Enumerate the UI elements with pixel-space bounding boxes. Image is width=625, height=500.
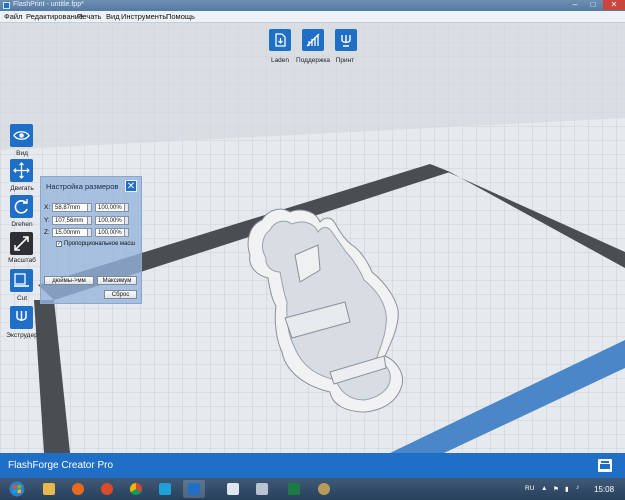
menu-print[interactable]: Печать <box>77 12 102 21</box>
minimize-button[interactable]: – <box>567 0 583 10</box>
app-icon <box>3 2 10 9</box>
taskbar-document[interactable] <box>222 480 244 498</box>
z-size-input[interactable]: 15,00mm <box>52 228 88 237</box>
reset-button[interactable]: Сброс <box>104 290 137 299</box>
uniform-scale-checkbox[interactable]: ✓ <box>56 241 62 247</box>
taskbar-printer[interactable] <box>251 480 273 498</box>
maximize-button[interactable]: □ <box>585 0 601 10</box>
flashprint-icon <box>188 483 200 495</box>
chrome-icon <box>130 483 142 495</box>
x-percent-input[interactable]: 100,00% <box>95 203 125 212</box>
support-button[interactable] <box>302 29 324 51</box>
taskbar-media[interactable] <box>67 480 89 498</box>
taskbar-explorer[interactable] <box>38 480 60 498</box>
menu-file[interactable]: Файл <box>4 12 22 21</box>
move-button[interactable] <box>10 159 33 182</box>
z-size-stepper[interactable] <box>87 228 92 237</box>
close-icon[interactable]: ✕ <box>125 180 137 192</box>
tray-network-icon[interactable]: ▮ <box>565 485 569 493</box>
inch-to-mm-button[interactable]: дюймы->мм <box>44 276 94 285</box>
menu-view[interactable]: Вид <box>106 12 120 21</box>
move-label: Двигать <box>10 185 34 192</box>
extruder-label: Экструдер <box>6 332 38 339</box>
uniform-scale-label: Пропорциональное масш <box>64 241 136 247</box>
eye-icon <box>13 131 30 140</box>
start-button[interactable] <box>3 480 31 498</box>
y-size-input[interactable]: 107,56mm <box>52 216 88 225</box>
menu-bar: Файл Редактирование Печать Вид Инструмен… <box>0 11 625 23</box>
maximum-button[interactable]: Максимум <box>97 276 137 285</box>
y-percent-stepper[interactable] <box>124 216 129 225</box>
start-icon <box>9 481 25 497</box>
menu-help[interactable]: Помощь <box>166 12 195 21</box>
taskbar: RU ▲ ⚑ ▮ ♪ 15:08 <box>0 478 625 500</box>
x-axis-label: X: <box>44 204 51 211</box>
tray-flag-icon[interactable]: ⚑ <box>553 485 559 493</box>
support-icon <box>306 33 320 47</box>
z-percent-input[interactable]: 100,00% <box>95 228 125 237</box>
window-title: FlashPrint - untitle.fpp* <box>13 1 84 8</box>
x-size-stepper[interactable] <box>87 203 92 212</box>
print-button[interactable] <box>335 29 357 51</box>
printer-icon <box>256 483 268 495</box>
tray-volume-icon[interactable]: ♪ <box>576 484 579 491</box>
move-icon <box>13 162 30 179</box>
print-label: Принт <box>335 57 355 64</box>
z-axis-label: Z: <box>44 229 50 236</box>
tray-arrow-icon[interactable]: ▲ <box>541 485 547 492</box>
status-bar: FlashForge Creator Pro <box>0 453 625 478</box>
cut-button[interactable] <box>10 269 33 292</box>
rotate-icon <box>14 199 28 214</box>
load-icon <box>275 33 286 47</box>
x-size-input[interactable]: 58,87mm <box>52 203 88 212</box>
language-indicator[interactable]: RU <box>525 485 534 492</box>
x-percent-stepper[interactable] <box>124 203 129 212</box>
menu-edit[interactable]: Редактирование <box>26 12 83 21</box>
excel-icon <box>288 483 300 495</box>
title-bar: FlashPrint - untitle.fpp* – □ ✕ <box>0 0 625 11</box>
y-axis-label: Y: <box>44 217 50 224</box>
taskbar-flashprint[interactable] <box>183 480 205 498</box>
taskbar-chrome[interactable] <box>125 480 147 498</box>
taskbar-excel[interactable] <box>283 480 305 498</box>
scale-icon <box>14 236 29 251</box>
extruder-icon <box>16 311 27 321</box>
y-size-stepper[interactable] <box>87 216 92 225</box>
cut-label: Cut <box>16 295 28 302</box>
clock[interactable]: 15:08 <box>594 485 614 494</box>
ccleaner-icon <box>159 483 171 495</box>
taskbar-ccleaner[interactable] <box>154 480 176 498</box>
view-button[interactable] <box>10 124 33 147</box>
rotate-button[interactable] <box>10 195 33 218</box>
scale-button[interactable] <box>10 232 33 255</box>
explorer-icon <box>43 483 55 495</box>
load-button[interactable] <box>269 29 291 51</box>
paint-icon <box>318 483 330 495</box>
app-icon-orange <box>101 483 113 495</box>
cut-icon <box>14 273 29 287</box>
rotate-label: Drehen <box>11 221 33 228</box>
scale-dialog-title: Настройка размеров <box>46 182 119 191</box>
view-label: Вид <box>16 150 28 157</box>
scale-label: Масштаб <box>8 257 36 264</box>
printer-name: FlashForge Creator Pro <box>8 460 114 471</box>
document-icon <box>227 483 239 495</box>
z-percent-stepper[interactable] <box>124 228 129 237</box>
y-percent-input[interactable]: 100,00% <box>95 216 125 225</box>
extruder-button[interactable] <box>10 306 33 329</box>
menu-tools[interactable]: Инструменты <box>121 12 168 21</box>
printer-status-icon[interactable] <box>597 458 613 473</box>
media-icon <box>72 483 84 495</box>
close-button[interactable]: ✕ <box>603 0 625 10</box>
taskbar-paint[interactable] <box>313 480 335 498</box>
taskbar-app[interactable] <box>96 480 118 498</box>
print-icon <box>341 35 351 47</box>
